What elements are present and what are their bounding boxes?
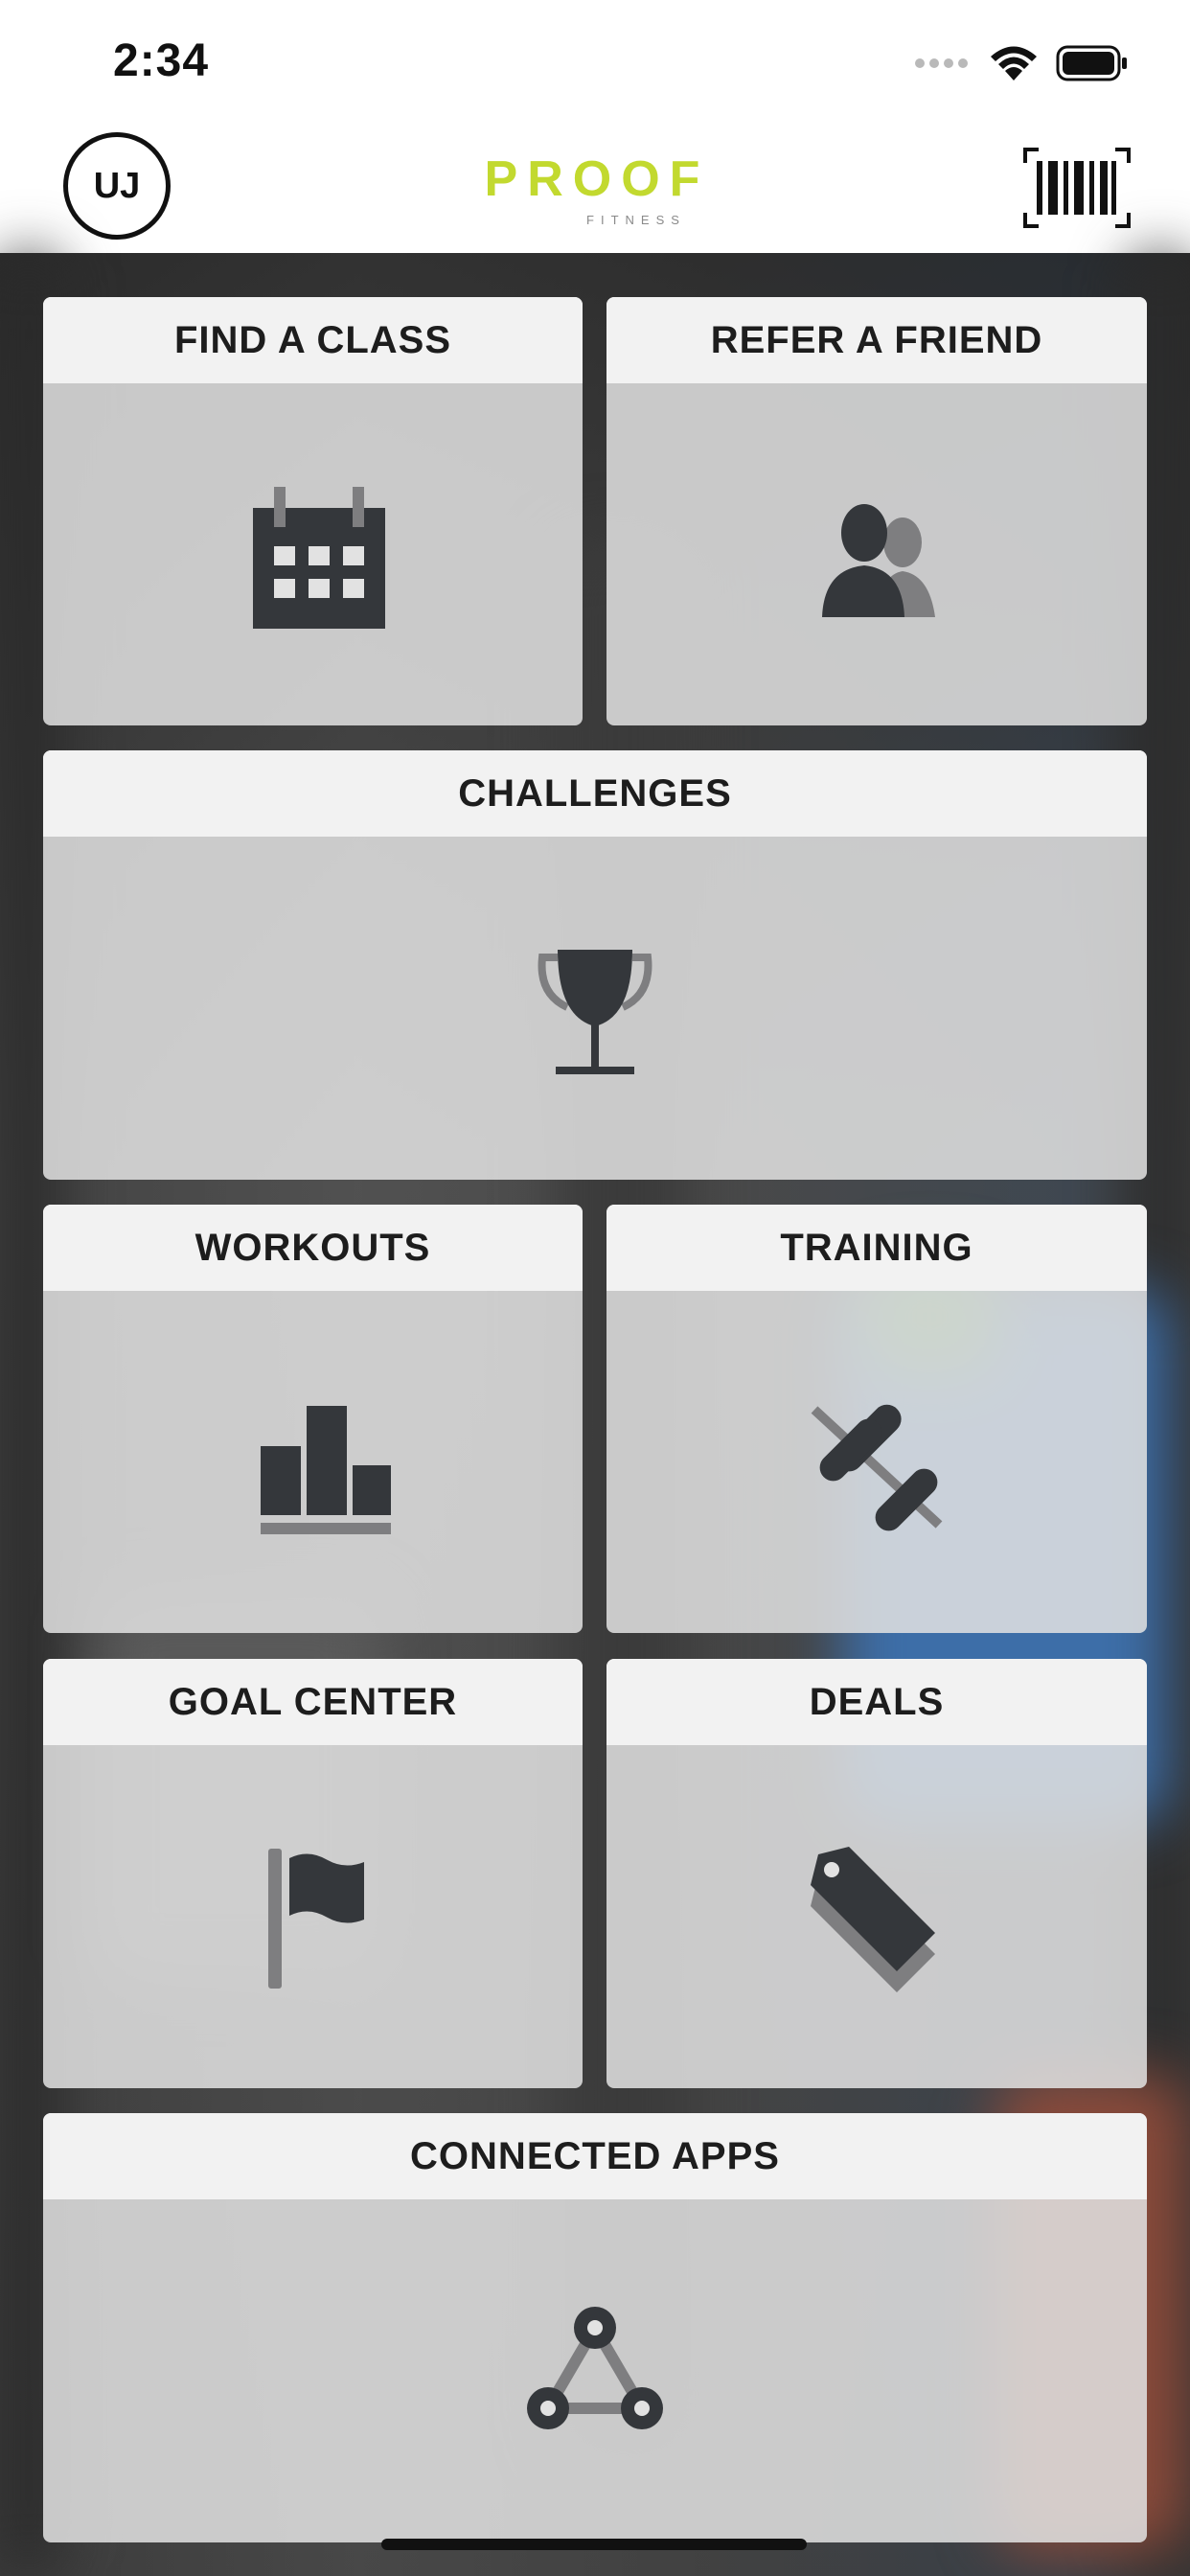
tile-training[interactable]: TRAINING (606, 1205, 1147, 1633)
bar-chart-icon (260, 1405, 391, 1534)
tile-refer-a-friend[interactable]: REFER A FRIEND (606, 297, 1147, 725)
status-bar: 2:34 (0, 0, 1190, 125)
battery-icon (1056, 45, 1127, 81)
home-indicator (381, 2539, 807, 2550)
tag-icon (811, 1847, 935, 1992)
tile-challenges[interactable]: CHALLENGES (43, 750, 1147, 1180)
calendar-icon (252, 486, 385, 629)
avatar[interactable]: UJ (63, 132, 171, 240)
tile-connected-apps[interactable]: CONNECTED APPS (43, 2113, 1147, 2542)
app-header: UJ PROOF FITNESS (0, 125, 1190, 253)
tile-workouts[interactable]: WORKOUTS (43, 1205, 583, 1633)
status-icons (914, 44, 1129, 82)
logo-text: PROOF (485, 153, 710, 207)
logo-subtext: FITNESS (586, 213, 686, 227)
tile-label: REFER A FRIEND (606, 297, 1147, 383)
tile-label: CHALLENGES (43, 750, 1147, 837)
status-time: 2:34 (113, 35, 210, 86)
barcode-icon[interactable] (1023, 148, 1131, 228)
tile-label: GOAL CENTER (43, 1659, 583, 1745)
dumbbell-icon (811, 1404, 943, 1530)
brand-logo: PROOF FITNESS (485, 153, 710, 227)
tile-deals[interactable]: DEALS (606, 1659, 1147, 2088)
network-icon (527, 2307, 663, 2429)
tile-label: FIND A CLASS (43, 297, 583, 383)
trophy-icon (538, 950, 652, 1074)
friends-icon (822, 503, 935, 617)
tile-label: DEALS (606, 1659, 1147, 1745)
tile-goal-center[interactable]: GOAL CENTER (43, 1659, 583, 2088)
wifi-icon (991, 46, 1037, 80)
tile-label: TRAINING (606, 1205, 1147, 1291)
tile-find-a-class[interactable]: FIND A CLASS (43, 297, 583, 725)
tile-label: CONNECTED APPS (43, 2113, 1147, 2199)
tile-label: WORKOUTS (43, 1205, 583, 1291)
signal-dots-icon (915, 58, 968, 68)
flag-icon (267, 1849, 364, 1989)
